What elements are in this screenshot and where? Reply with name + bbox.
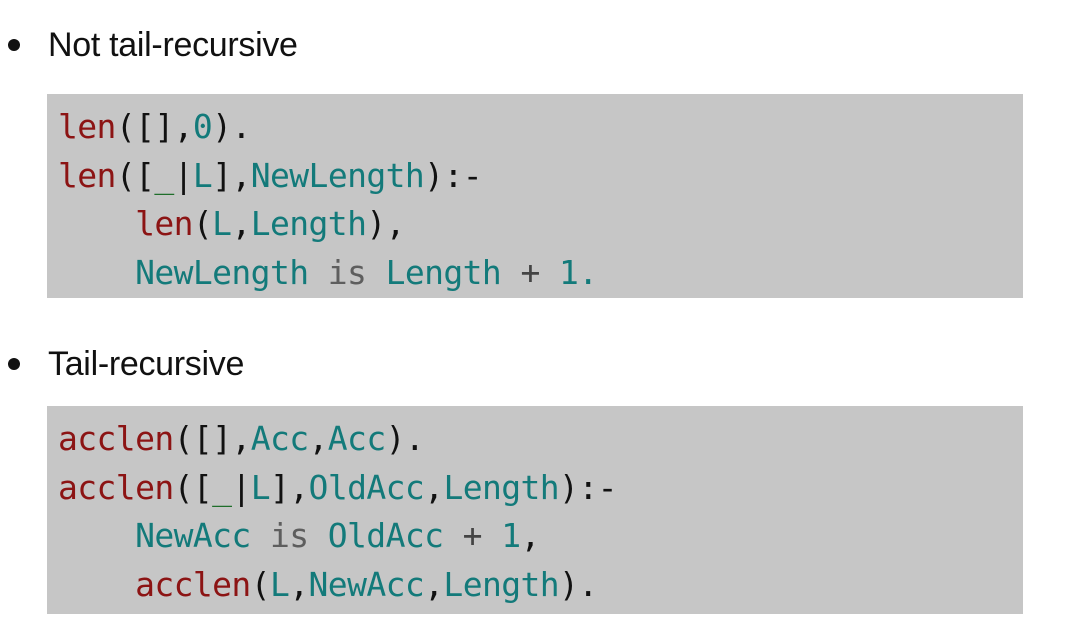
code-punctuation: ([ [173,467,213,507]
code-variable: Length [443,564,560,604]
bullet-dot-icon [8,39,20,51]
code-variable: L [250,467,271,507]
code-predicate: acclen [58,419,174,458]
bullet-label: Tail-recursive [48,344,245,383]
bullet-dot-icon [8,358,20,370]
code-predicate: len [58,155,116,195]
code-punctuation: ([], [115,107,194,146]
code-variable: Length [443,467,560,507]
code-punctuation [58,565,135,604]
code-variable: L [212,204,232,243]
code-punctuation [58,253,135,292]
code-punctuation: ([], [173,419,252,458]
code-block: len([],0). len([_|L],NewLength):- len(L,… [47,94,1023,298]
code-number: 1 [501,516,521,555]
code-variable: L [192,155,213,195]
code-predicate: acclen [58,467,174,507]
code-punctuation: , [231,204,251,243]
code-predicate: len [58,107,116,146]
code-line: NewAcc is OldAcc + 1, [58,512,1023,561]
code-line: len([],0). [58,103,1023,152]
code-punctuation: ). [212,107,251,146]
code-line: acclen([],Acc,Acc). [58,415,1023,464]
code-variable: NewLength [135,252,309,292]
code-punctuation: , [520,516,540,555]
code-punctuation: , [424,467,444,507]
code-punctuation: | [173,155,194,195]
code-punctuation: , [424,564,444,604]
code-variable: Acc [327,419,386,458]
code-number: 0 [192,107,213,146]
code-line: len(L,Length), [58,200,1023,249]
code-punctuation: , [308,419,329,458]
code-operator: + [443,516,502,555]
code-keyword: is [308,252,386,292]
code-punctuation [58,516,135,555]
code-variable: Acc [250,419,309,458]
code-anonymous-variable: _ [212,467,232,507]
code-operator: + [501,252,559,292]
code-predicate: len [135,204,193,243]
code-punctuation: | [231,467,251,507]
code-number: 1. [559,252,598,292]
code-predicate: acclen [135,564,251,604]
code-variable: OldAcc [308,467,425,507]
code-punctuation: ], [212,155,251,195]
code-variable: OldAcc [327,516,444,555]
code-line: acclen(L,NewAcc,Length). [58,561,1023,610]
code-line: acclen([_|L],OldAcc,Length):- [58,464,1023,513]
code-anonymous-variable: _ [154,155,174,195]
code-variable: NewAcc [308,564,425,604]
code-punctuation: ( [250,564,271,604]
code-punctuation: ([ [115,155,155,195]
code-punctuation [58,204,135,243]
code-block: acclen([],Acc,Acc). acclen([_|L],OldAcc,… [47,406,1023,614]
code-variable: NewAcc [135,516,251,555]
code-line: len([_|L],NewLength):- [58,152,1023,201]
code-punctuation: ). [385,419,425,458]
code-punctuation: ( [192,204,213,243]
code-variable: Length [385,252,502,292]
code-punctuation: , [289,564,309,604]
code-punctuation: ):- [559,467,617,507]
code-punctuation: ], [270,467,309,507]
code-variable: Length [250,204,367,243]
bullet-label: Not tail-recursive [48,25,298,64]
code-punctuation: ), [366,204,405,243]
code-line: NewLength is Length + 1. [58,249,1023,298]
code-punctuation: ). [559,564,598,604]
code-punctuation: ):- [424,155,482,195]
code-keyword: is [250,516,328,555]
code-variable: NewLength [250,155,425,195]
code-variable: L [269,564,290,604]
